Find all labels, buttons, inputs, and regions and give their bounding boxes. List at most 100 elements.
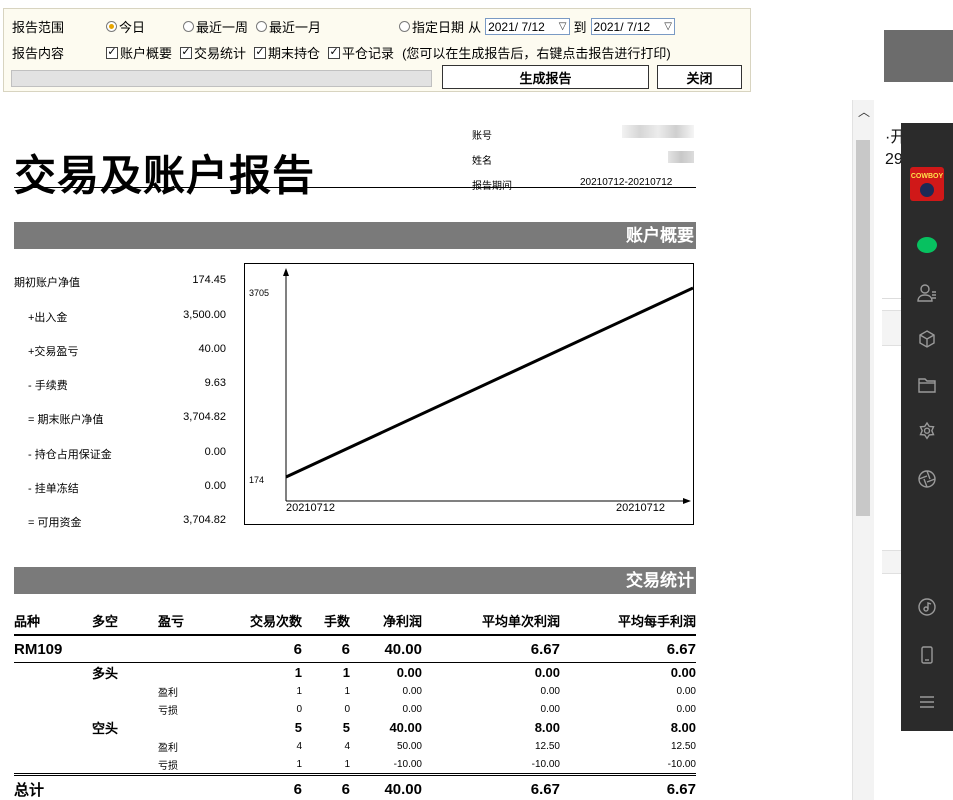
generate-report-button[interactable]: 生成报告: [442, 65, 649, 89]
summary-value: 3,500.00: [183, 309, 226, 321]
summary-label: 期初账户净值: [14, 277, 80, 289]
checkbox-trade-stats-label[interactable]: 交易统计: [194, 43, 246, 62]
check-icon[interactable]: ✓: [254, 46, 267, 59]
stats-cell: 0.00: [676, 685, 696, 697]
to-date-value[interactable]: 2021/ 7/12: [594, 20, 651, 34]
section-trade-stats: 交易统计: [14, 567, 696, 594]
stats-cell: 6.67: [560, 773, 696, 800]
checkbox-close-records-label[interactable]: 平仓记录: [342, 43, 394, 62]
radio-today-dot[interactable]: [106, 21, 117, 32]
stats-cell: 12.50: [670, 740, 696, 752]
contacts-icon[interactable]: [901, 279, 953, 307]
stats-cell: 亏损: [158, 705, 178, 717]
check-icon[interactable]: ✓: [106, 46, 118, 59]
phone-icon[interactable]: [901, 641, 953, 669]
moments-icon[interactable]: [901, 417, 953, 445]
chat-app-sidebar: COWBOY: [901, 123, 953, 731]
avatar-logo-text: COWBOY: [910, 173, 944, 180]
stats-cell: [14, 718, 92, 737]
stats-cell: [14, 737, 92, 755]
stats-cell: 8.00: [670, 720, 696, 735]
radio-today-label[interactable]: 今日: [119, 17, 145, 36]
stats-cell: 0: [296, 703, 302, 715]
radio-specify-date-dot[interactable]: [399, 21, 411, 32]
chevron-down-icon[interactable]: ▽: [664, 21, 672, 32]
x-tick-label: 20210712: [286, 502, 335, 514]
chat-icon[interactable]: [901, 231, 953, 259]
background-window-divider: [882, 298, 901, 299]
radio-last-month-dot[interactable]: [256, 21, 268, 32]
stats-row-detail: 亏损 0 0 0.00 0.00 0.00: [14, 700, 696, 718]
radio-last-week[interactable]: 最近一周: [183, 17, 248, 36]
checkbox-account-summary-label[interactable]: 账户概要: [120, 43, 172, 62]
stats-cell: [92, 682, 158, 700]
check-icon[interactable]: ✓: [180, 46, 193, 59]
radio-last-week-dot[interactable]: [183, 21, 195, 32]
stats-cell: 总计: [14, 773, 92, 800]
stats-cell: 6.67: [422, 635, 560, 663]
stats-cell: 0.00: [534, 665, 560, 680]
music-icon[interactable]: [901, 593, 953, 621]
stats-cell: 40.00: [389, 720, 422, 735]
stats-cell: 6: [218, 635, 302, 663]
stats-row-detail: 盈利 1 1 0.00 0.00 0.00: [14, 682, 696, 700]
range-row: 报告范围 今日 最近一周 最近一月 指定日期 从 2021/ 7/12 ▽ 到 …: [12, 17, 679, 36]
background-window-header: [884, 30, 953, 82]
print-hint: (您可以在生成报告后，右键点击报告进行打印): [402, 46, 671, 61]
avatar[interactable]: COWBOY: [910, 167, 944, 201]
stats-cell: 1: [296, 758, 302, 770]
stats-cell: [158, 635, 218, 663]
stats-cell: [92, 755, 158, 775]
checkbox-account-summary[interactable]: ✓ 账户概要: [106, 43, 172, 62]
folder-icon[interactable]: [901, 371, 953, 399]
stats-cell: RM109: [14, 635, 92, 663]
checkbox-ending-positions[interactable]: ✓ 期末持仓: [254, 43, 320, 62]
summary-value: 0.00: [204, 446, 226, 458]
check-icon[interactable]: ✓: [328, 46, 341, 59]
from-date-value[interactable]: 2021/ 7/12: [488, 20, 545, 34]
stats-cell: -10.00: [393, 758, 422, 770]
stats-cell: 5: [342, 720, 350, 735]
summary-value: 3,704.82: [183, 411, 226, 423]
to-date-picker[interactable]: 2021/ 7/12 ▽: [590, 18, 675, 35]
radio-last-month[interactable]: 最近一月: [256, 17, 321, 36]
stats-cell: 1: [344, 758, 350, 770]
x-tick-label: 20210712: [616, 502, 665, 514]
stats-cell: 50.00: [396, 740, 422, 752]
period-value: 20210712-20210712: [580, 177, 673, 188]
radio-today[interactable]: 今日: [106, 17, 145, 36]
aperture-icon[interactable]: [901, 465, 953, 493]
summary-label: +出入金: [28, 312, 68, 324]
radio-specify-date[interactable]: 指定日期: [399, 17, 464, 36]
chevron-down-icon[interactable]: ▽: [559, 21, 567, 32]
summary-label: = 期末账户净值: [28, 414, 104, 426]
report-scrollbar[interactable]: ︿: [852, 100, 874, 800]
range-label: 报告范围: [12, 20, 65, 35]
radio-specify-date-label[interactable]: 指定日期: [412, 17, 464, 36]
stats-cell: 0.00: [540, 685, 560, 697]
x-axis-arrow: [683, 498, 691, 504]
stats-cell: [92, 737, 158, 755]
radio-last-week-label[interactable]: 最近一周: [196, 17, 248, 36]
checkbox-ending-positions-label[interactable]: 期末持仓: [268, 43, 320, 62]
menu-icon[interactable]: [901, 688, 953, 716]
stats-cell: 6.67: [422, 773, 560, 800]
header-trades: 交易次数: [218, 606, 302, 636]
stats-row-detail: 盈利 4 4 50.00 12.50 12.50: [14, 737, 696, 755]
radio-last-month-label[interactable]: 最近一月: [269, 17, 321, 36]
checkbox-trade-stats[interactable]: ✓ 交易统计: [180, 43, 246, 62]
close-button[interactable]: 关闭: [657, 65, 742, 89]
stats-cell: 空头: [92, 721, 119, 736]
stats-row-product: RM109 6 6 40.00 6.67 6.67: [14, 635, 696, 663]
report-view[interactable]: 交易及账户报告 账号 姓名 报告期间 20210712-20210712 账户概…: [0, 100, 852, 800]
cube-icon[interactable]: [901, 325, 953, 353]
stats-cell: 1: [342, 665, 350, 680]
stats-cell: [158, 718, 218, 737]
stats-cell: [92, 635, 158, 663]
stats-cell: -10.00: [531, 758, 560, 770]
checkbox-close-records[interactable]: ✓ 平仓记录: [328, 43, 394, 62]
stats-cell: 0.00: [670, 665, 696, 680]
scroll-thumb[interactable]: [856, 140, 870, 516]
from-date-picker[interactable]: 2021/ 7/12 ▽: [485, 18, 570, 35]
scroll-up-arrow-icon[interactable]: ︿: [853, 100, 875, 122]
